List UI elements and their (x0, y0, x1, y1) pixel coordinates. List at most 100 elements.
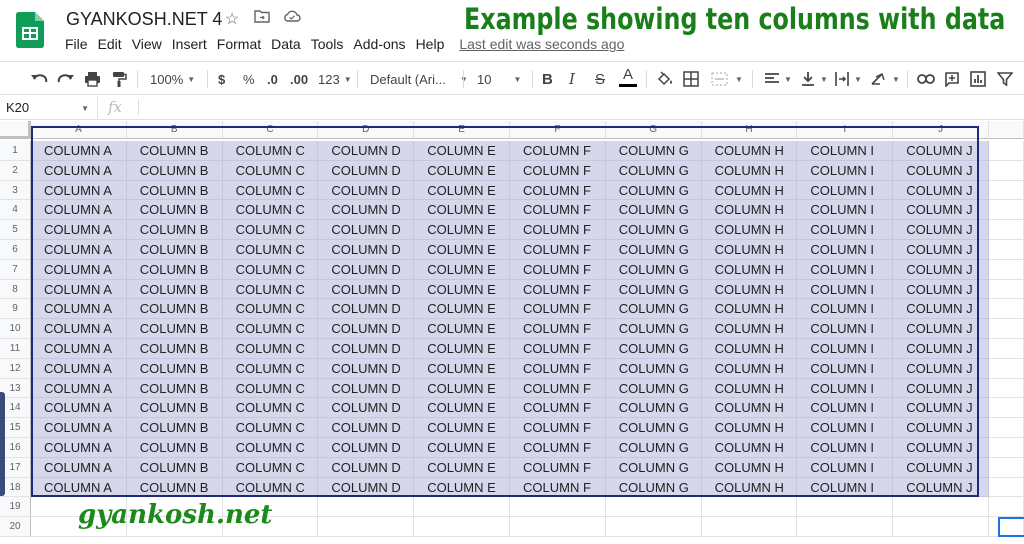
cell-e4[interactable]: COLUMN E (414, 200, 510, 221)
cell-j20[interactable] (893, 517, 989, 537)
cell-d10[interactable]: COLUMN D (318, 319, 415, 339)
active-cell-k20[interactable] (998, 517, 1024, 537)
cell-j13[interactable]: COLUMN J (893, 378, 989, 399)
cell-h8[interactable]: COLUMN H (701, 279, 798, 300)
move-folder-icon[interactable] (252, 9, 272, 29)
cell-a16[interactable]: COLUMN A (31, 438, 127, 458)
cell-b6[interactable]: COLUMN B (126, 240, 223, 260)
cell-k12[interactable] (989, 358, 1024, 379)
cell-h7[interactable]: COLUMN H (701, 259, 798, 280)
cell-d14[interactable]: COLUMN D (318, 398, 415, 419)
cell-j5[interactable]: COLUMN J (893, 220, 989, 240)
cell-h6[interactable]: COLUMN H (701, 240, 798, 260)
zoom-select[interactable]: 100% ▼ (150, 68, 195, 90)
cell-f18[interactable]: COLUMN F (510, 477, 606, 498)
redo-icon[interactable] (57, 68, 75, 90)
cell-g17[interactable]: COLUMN G (605, 457, 702, 478)
cell-c10[interactable]: COLUMN C (222, 319, 319, 339)
cell-i18[interactable]: COLUMN I (797, 477, 894, 498)
row-header-11[interactable]: 11 (0, 339, 31, 359)
cell-f1[interactable]: COLUMN F (510, 141, 606, 161)
menu-insert[interactable]: Insert (167, 36, 212, 52)
cell-k1[interactable] (989, 141, 1024, 161)
cell-k6[interactable] (989, 240, 1024, 260)
cell-f17[interactable]: COLUMN F (510, 457, 606, 478)
menu-file[interactable]: File (60, 36, 93, 52)
cell-k17[interactable] (989, 457, 1024, 478)
cell-h2[interactable]: COLUMN H (701, 160, 798, 181)
cell-c11[interactable]: COLUMN C (222, 339, 319, 359)
cell-g8[interactable]: COLUMN G (605, 279, 702, 300)
cell-f19[interactable] (510, 497, 606, 518)
cell-g15[interactable]: COLUMN G (605, 418, 702, 438)
cell-f14[interactable]: COLUMN F (510, 398, 606, 419)
cell-h11[interactable]: COLUMN H (701, 339, 798, 359)
cell-d2[interactable]: COLUMN D (318, 160, 415, 181)
column-header-d[interactable]: D (318, 121, 415, 139)
cell-e17[interactable]: COLUMN E (414, 457, 510, 478)
cell-g13[interactable]: COLUMN G (605, 378, 702, 399)
cell-h1[interactable]: COLUMN H (701, 141, 798, 161)
cell-e7[interactable]: COLUMN E (414, 259, 510, 280)
menu-add-ons[interactable]: Add-ons (348, 36, 410, 52)
cell-g1[interactable]: COLUMN G (605, 141, 702, 161)
cell-a2[interactable]: COLUMN A (31, 160, 127, 181)
column-header-b[interactable]: B (126, 121, 223, 139)
cell-c5[interactable]: COLUMN C (222, 220, 319, 240)
cell-e15[interactable]: COLUMN E (414, 418, 510, 438)
cell-b11[interactable]: COLUMN B (126, 339, 223, 359)
cell-f11[interactable]: COLUMN F (510, 339, 606, 359)
cell-i3[interactable]: COLUMN I (797, 180, 894, 201)
bold-button[interactable]: B (542, 68, 553, 90)
cell-k14[interactable] (989, 398, 1024, 419)
cell-d19[interactable] (318, 497, 415, 518)
cell-b1[interactable]: COLUMN B (126, 141, 223, 161)
menu-edit[interactable]: Edit (93, 36, 127, 52)
cell-g7[interactable]: COLUMN G (605, 259, 702, 280)
undo-icon[interactable] (30, 68, 48, 90)
cell-i13[interactable]: COLUMN I (797, 378, 894, 399)
cell-i9[interactable]: COLUMN I (797, 299, 894, 320)
cell-i12[interactable]: COLUMN I (797, 358, 894, 379)
horizontal-align-icon[interactable]: ▼ (764, 68, 792, 90)
cell-k2[interactable] (989, 160, 1024, 181)
cell-e10[interactable]: COLUMN E (414, 319, 510, 339)
cell-j17[interactable]: COLUMN J (893, 457, 989, 478)
cell-g20[interactable] (605, 517, 702, 537)
cell-b14[interactable]: COLUMN B (126, 398, 223, 419)
cell-e11[interactable]: COLUMN E (414, 339, 510, 359)
cell-j16[interactable]: COLUMN J (893, 438, 989, 458)
italic-button[interactable]: I (569, 68, 575, 90)
cell-d11[interactable]: COLUMN D (318, 339, 415, 359)
cell-i16[interactable]: COLUMN I (797, 438, 894, 458)
filter-icon[interactable] (997, 68, 1013, 90)
row-header-7[interactable]: 7 (0, 259, 31, 280)
cell-a14[interactable]: COLUMN A (31, 398, 127, 419)
cell-f6[interactable]: COLUMN F (510, 240, 606, 260)
cell-g4[interactable]: COLUMN G (605, 200, 702, 221)
cell-d8[interactable]: COLUMN D (318, 279, 415, 300)
row-header-1[interactable]: 1 (0, 141, 31, 161)
cell-c15[interactable]: COLUMN C (222, 418, 319, 438)
cell-e14[interactable]: COLUMN E (414, 398, 510, 419)
select-all-corner[interactable] (0, 121, 31, 139)
cell-b10[interactable]: COLUMN B (126, 319, 223, 339)
cell-f15[interactable]: COLUMN F (510, 418, 606, 438)
cell-j11[interactable]: COLUMN J (893, 339, 989, 359)
cell-b4[interactable]: COLUMN B (126, 200, 223, 221)
cell-d15[interactable]: COLUMN D (318, 418, 415, 438)
cell-f13[interactable]: COLUMN F (510, 378, 606, 399)
column-header-g[interactable]: G (605, 121, 702, 139)
cell-g14[interactable]: COLUMN G (605, 398, 702, 419)
cell-b3[interactable]: COLUMN B (126, 180, 223, 201)
column-header-i[interactable]: I (797, 121, 894, 139)
cell-h10[interactable]: COLUMN H (701, 319, 798, 339)
row-header-8[interactable]: 8 (0, 279, 31, 300)
cell-k10[interactable] (989, 319, 1024, 339)
font-size-select[interactable]: 10 ▼ (477, 68, 521, 90)
text-rotation-icon[interactable]: ▼ (870, 68, 900, 90)
cell-f7[interactable]: COLUMN F (510, 259, 606, 280)
cell-j3[interactable]: COLUMN J (893, 180, 989, 201)
cell-h19[interactable] (701, 497, 798, 518)
cell-h17[interactable]: COLUMN H (701, 457, 798, 478)
